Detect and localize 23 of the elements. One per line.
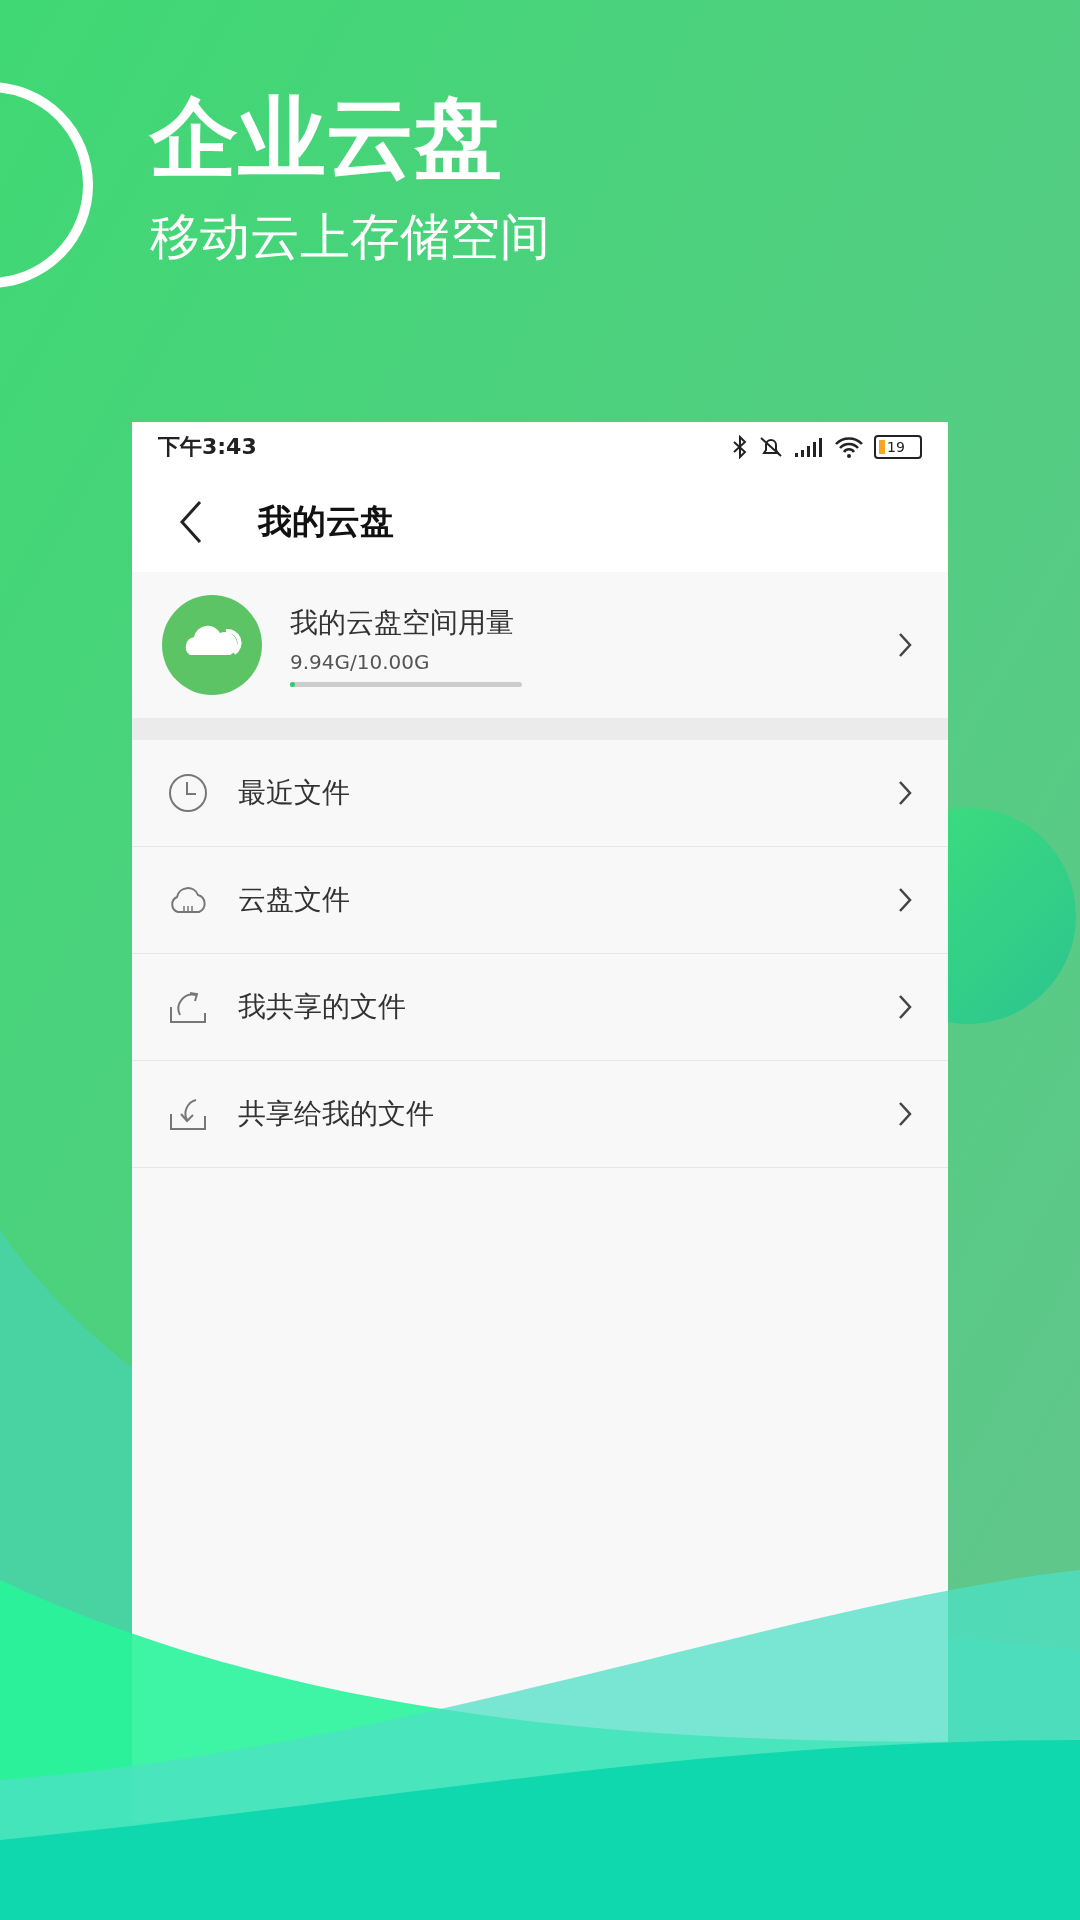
page-title: 我的云盘: [258, 500, 394, 543]
chevron-icon: [898, 994, 912, 1020]
menu-item[interactable]: 我共享的文件: [132, 954, 948, 1061]
usage-amount: 9.94G/10.00G: [290, 649, 431, 674]
menu-item[interactable]: 共享给我的文件: [132, 1061, 948, 1168]
promo-title: 企业云盘: [150, 85, 503, 191]
back-icon[interactable]: [178, 500, 204, 544]
usage-label: 我的云盘空间用量: [290, 604, 515, 641]
promo-subtitle: 移动云上存储空间: [150, 207, 551, 268]
chevron-icon: [898, 1101, 912, 1127]
cloud-avatar-icon: [162, 595, 262, 695]
status-time: 下午3:43: [158, 433, 257, 461]
signal-icon: [794, 436, 824, 458]
chevron-icon: [898, 780, 912, 806]
battery-icon: 19: [874, 435, 922, 459]
bluetooth-icon: [732, 435, 748, 459]
menu-item[interactable]: 云盘文件: [132, 847, 948, 954]
clock-icon: [168, 773, 208, 813]
muted-bell-icon: [758, 435, 784, 459]
chevron-icon: [898, 632, 912, 658]
wifi-icon: [834, 435, 864, 459]
menu-item[interactable]: 最近文件: [132, 740, 948, 847]
chevron-icon: [898, 887, 912, 913]
